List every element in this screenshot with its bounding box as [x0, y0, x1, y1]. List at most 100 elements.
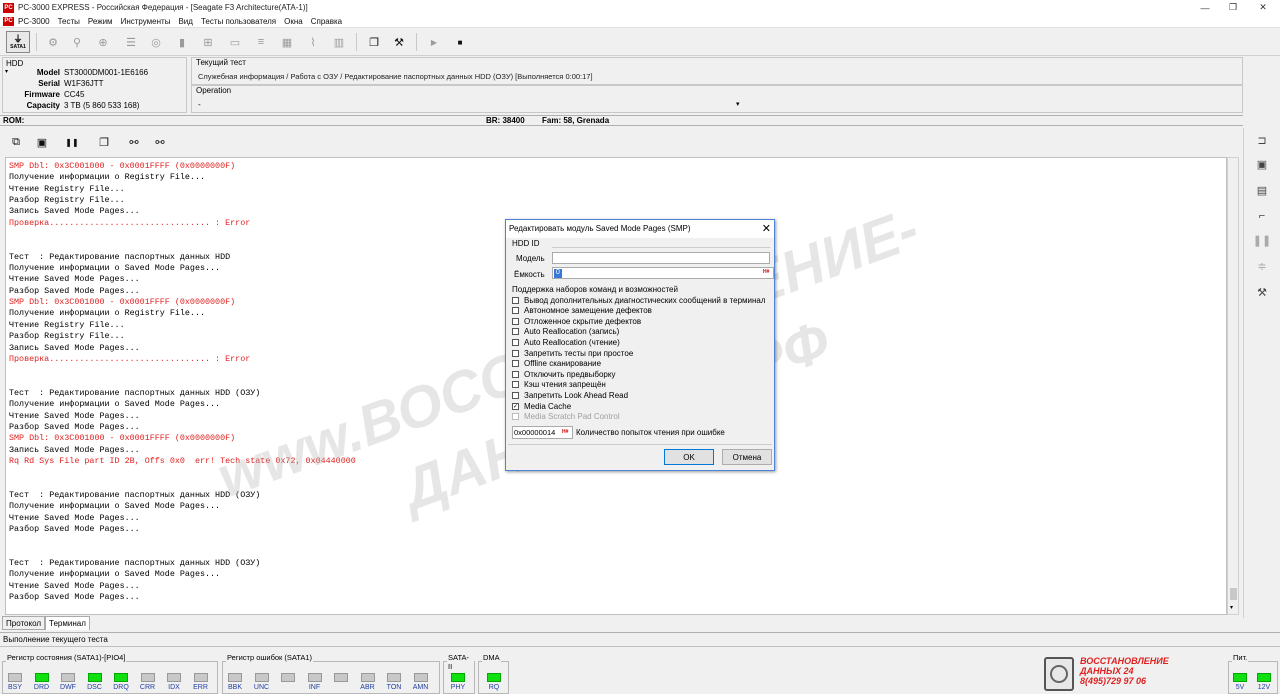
menu-tests[interactable]: Тесты	[58, 17, 80, 26]
find-icon[interactable]: ⚯	[125, 133, 143, 151]
feature-checkbox[interactable]: ✓ Media Cache	[512, 401, 571, 411]
model-field[interactable]	[552, 252, 770, 264]
chart-icon[interactable]: ⌇	[304, 33, 322, 51]
log-line: Тест : Редактирование паспортных данных …	[9, 387, 261, 398]
checkbox-box	[512, 338, 519, 346]
12v-label: 12V	[1257, 684, 1271, 691]
retries-label: Количество попыток чтения при ошибке	[576, 428, 725, 437]
register-led-label: DRD	[33, 684, 50, 691]
close-window-button[interactable]: ✕	[1248, 0, 1278, 15]
pause-icon[interactable]: ❚❚	[1252, 230, 1272, 250]
slider-icon[interactable]: ≑	[1252, 256, 1272, 276]
menu-windows[interactable]: Окна	[284, 17, 303, 26]
hex-toggle-button[interactable]: H#	[763, 269, 772, 277]
save-log-icon[interactable]: ▣	[33, 133, 51, 151]
search-icon[interactable]: ⚲	[68, 33, 86, 51]
app-menu-icon[interactable]: PC	[3, 16, 14, 26]
list-icon[interactable]: ☰	[122, 33, 140, 51]
smp-edit-dialog: Редактировать модуль Saved Mode Pages (S…	[505, 219, 775, 471]
log-line: SMP Dbl: 0x3C001000 - 0x0001FFFF (0x0000…	[9, 297, 236, 308]
menu-user-tests[interactable]: Тесты пользователя	[201, 17, 276, 26]
chevron-down-icon[interactable]: ▾	[736, 100, 740, 108]
ok-button[interactable]: OK	[664, 449, 714, 465]
log-line: SMP Dbl: 0x3C001000 - 0x0001FFFF (0x0000…	[9, 161, 236, 171]
menu-mode[interactable]: Режим	[88, 17, 113, 26]
feature-checkbox[interactable]: Auto Reallocation (чтение)	[512, 337, 620, 347]
hdd-info-panel: HDD ▾ Model ST3000DM001-1E6166 Serial W1F3…	[2, 57, 187, 113]
feature-checkbox[interactable]: Запретить Look Ahead Read	[512, 390, 628, 400]
menu-pc3000[interactable]: PC-3000	[18, 17, 50, 26]
feature-checkbox[interactable]: Offline сканирование	[512, 359, 601, 369]
menu-tools[interactable]: Инструменты	[121, 17, 171, 26]
hdd-id-label: HDD ID	[512, 239, 540, 248]
copy-log-icon[interactable]: ⧉	[7, 133, 25, 151]
battery-icon[interactable]: ▤	[1252, 180, 1272, 200]
divider	[508, 444, 772, 445]
stack-icon[interactable]: ≡	[252, 33, 270, 51]
chip-icon[interactable]: ▮	[173, 33, 191, 51]
feature-checkbox[interactable]: Автономное замещение дефектов	[512, 306, 652, 316]
play-icon[interactable]: ▶	[425, 33, 443, 51]
checkbox-box	[512, 391, 519, 399]
log-line: Чтение Registry File...	[9, 319, 125, 330]
register-led	[413, 673, 428, 682]
drive-settings-icon[interactable]: ⚙	[44, 33, 62, 51]
windows-icon[interactable]: ❐	[365, 33, 383, 51]
link-icon[interactable]: ⊐	[1252, 130, 1272, 150]
sata-port-button[interactable]: ⏚ SATA1	[6, 31, 30, 53]
log-line: Получение информации о Saved Mode Pages.…	[9, 263, 221, 274]
right-tool-strip: ⊐ ▣ ▤ ⌐ ❚❚ ≑ ⚒	[1243, 128, 1280, 618]
scroll-down-arrow-icon[interactable]: ▾	[1230, 604, 1233, 611]
menu-help[interactable]: Справка	[311, 17, 342, 26]
minimize-button[interactable]: —	[1190, 0, 1220, 15]
feature-checkbox[interactable]: Отключить предвыборку	[512, 369, 615, 379]
logo-line2: ДАННЫХ 24	[1080, 666, 1134, 676]
model-label: Модель	[516, 254, 545, 263]
tools-icon[interactable]: ⚒	[390, 33, 408, 51]
tree-icon[interactable]: ⊞	[199, 33, 217, 51]
log-line: Тест : Редактирование паспортных данных …	[9, 251, 231, 262]
feature-checkbox[interactable]: Запретить тесты при простое	[512, 348, 633, 358]
wrench-icon[interactable]: ⚒	[1252, 282, 1272, 302]
scroll-thumb[interactable]	[1230, 588, 1237, 600]
tab-protocol[interactable]: Протокол	[2, 616, 46, 630]
register-led	[228, 673, 242, 682]
blocks-icon[interactable]: ▥	[330, 33, 348, 51]
restore-button[interactable]: ❐	[1218, 0, 1248, 15]
plug-adapter-icon[interactable]: ⊕	[94, 33, 112, 51]
cancel-button[interactable]: Отмена	[722, 449, 772, 465]
feature-checkbox[interactable]: Auto Reallocation (запись)	[512, 327, 619, 337]
feature-checkbox[interactable]: Отложенное скрытие дефектов	[512, 316, 641, 326]
folder-icon[interactable]: ▭	[226, 33, 244, 51]
disk-icon[interactable]: ◎	[147, 33, 165, 51]
close-icon[interactable]: ✕	[762, 222, 771, 235]
log-scrollbar[interactable]: ▾	[1227, 157, 1239, 615]
tab-terminal[interactable]: Терминал	[45, 616, 90, 630]
menu-view[interactable]: Вид	[178, 17, 192, 26]
find-next-icon[interactable]: ⚯	[151, 133, 169, 151]
company-logo: ВОССТАНОВЛЕНИЕ ДАННЫХ 24 8(495)729 97 06	[1042, 656, 1222, 692]
log-line: Разбор Registry File...	[9, 331, 125, 342]
pause-icon[interactable]: ❚❚	[63, 133, 81, 151]
hex-toggle-button[interactable]: H#	[562, 429, 571, 437]
register-led	[334, 673, 348, 682]
register-led-label: IDX	[168, 684, 180, 691]
grid-icon[interactable]: ▦	[278, 33, 296, 51]
connector-icon[interactable]: ⌐	[1252, 206, 1272, 226]
capacity-field[interactable]: 0 H#	[552, 267, 774, 279]
clipboard-icon[interactable]: ❐	[95, 133, 113, 151]
feature-checkbox-label: Запретить Look Ahead Read	[524, 390, 629, 400]
rq-led	[487, 673, 501, 682]
status-register-title: Регистр состояния (SATA1)-[PIO4]	[6, 653, 127, 662]
feature-checkbox[interactable]: Кэш чтения запрещён	[512, 380, 606, 390]
log-line: Получение информации о Registry File...	[9, 308, 206, 319]
feature-checkbox[interactable]: Вывод дополнительных диагностических соо…	[512, 295, 766, 305]
chip-icon[interactable]: ▣	[1252, 154, 1272, 174]
retries-field[interactable]: 0x00000014 H#	[512, 426, 573, 439]
sata2-title: SATA-II	[447, 653, 474, 671]
register-led-label: DRQ	[113, 684, 129, 691]
stop-icon[interactable]: ■	[451, 33, 469, 51]
baud-rate: BR: 38400	[486, 116, 525, 125]
feature-checkbox-label: Вывод дополнительных диагностических соо…	[524, 295, 766, 305]
